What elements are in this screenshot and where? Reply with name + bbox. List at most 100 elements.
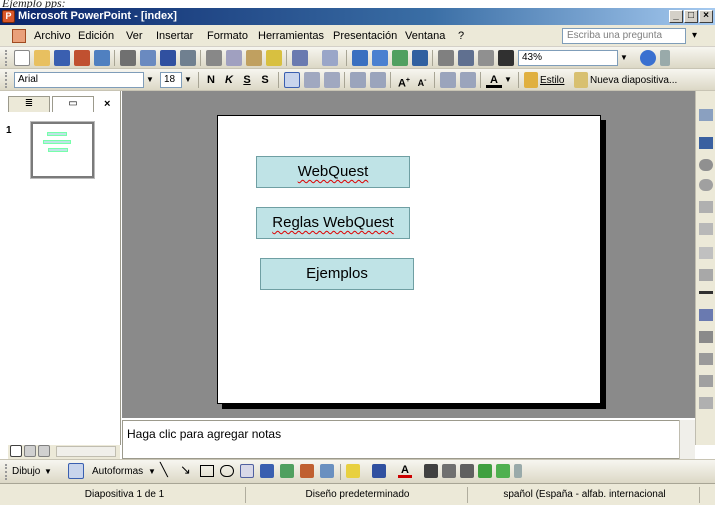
autoshapes-menu-button[interactable]: Autoformas [92, 465, 143, 479]
copy-icon[interactable] [226, 50, 242, 66]
print-preview-icon[interactable] [140, 50, 156, 66]
zoom-select[interactable]: 43% [518, 50, 618, 66]
powerpoint-app-icon[interactable]: P [2, 10, 15, 23]
tab-outline[interactable]: ≣ [8, 96, 50, 112]
compress-icon[interactable] [699, 309, 713, 321]
rotate-icon[interactable] [699, 269, 713, 281]
decrease-indent-icon[interactable] [440, 72, 456, 88]
color-icon[interactable] [699, 137, 713, 149]
normal-view-icon[interactable] [10, 445, 22, 457]
toolbar-grip-icon[interactable] [5, 464, 8, 480]
show-grid-icon[interactable] [478, 50, 494, 66]
pane-close-icon[interactable]: × [104, 98, 110, 110]
format-painter-icon[interactable] [266, 50, 282, 66]
ask-question-input[interactable]: Escriba una pregunta [562, 28, 686, 44]
select-objects-icon[interactable] [68, 463, 84, 479]
picture-icon[interactable] [699, 109, 713, 121]
align-center-icon[interactable] [304, 72, 320, 88]
underline-button[interactable]: S [240, 73, 254, 88]
menu-formato[interactable]: Formato [207, 29, 248, 43]
transparent-icon[interactable] [699, 353, 713, 365]
font-color-dropdown-icon[interactable]: ▼ [502, 72, 514, 88]
format-icon[interactable] [699, 331, 713, 343]
rectangle-icon[interactable] [200, 465, 214, 477]
help-icon[interactable] [640, 50, 656, 66]
draw-menu-button[interactable]: Dibujo [12, 465, 40, 479]
line-color-icon[interactable] [372, 464, 386, 478]
align-left-icon[interactable] [284, 72, 300, 88]
slide-sorter-icon[interactable] [24, 445, 36, 457]
crop-icon[interactable] [699, 247, 713, 259]
brightness-icon[interactable] [699, 179, 713, 191]
textbox-icon[interactable] [240, 464, 254, 478]
numbering-icon[interactable] [350, 72, 366, 88]
menu-ventana[interactable]: Ventana [405, 29, 445, 43]
paste-icon[interactable] [246, 50, 262, 66]
draw-toolbar-options-icon[interactable] [514, 464, 522, 478]
size-dropdown-arrow-icon[interactable]: ▼ [182, 72, 194, 88]
redo-icon[interactable] [322, 50, 338, 66]
menu-archivo[interactable]: Archivo [34, 29, 71, 43]
toolbar-options-icon[interactable] [660, 50, 670, 66]
align-right-icon[interactable] [324, 72, 340, 88]
document-icon[interactable] [12, 29, 26, 43]
line-style-bar-icon[interactable] [424, 464, 438, 478]
toolbar-grip-icon[interactable] [5, 72, 8, 88]
new-slide-button-label[interactable]: Nueva diapositiva... [590, 74, 677, 88]
reset-icon[interactable] [699, 397, 713, 409]
toolbar-grip-icon[interactable] [5, 50, 8, 66]
menu-presentacion[interactable]: Presentación [333, 29, 397, 43]
menu-help[interactable]: ? [458, 29, 464, 43]
autoshapes-arrow-icon[interactable]: ▼ [148, 465, 156, 479]
draw-menu-arrow-icon[interactable]: ▼ [44, 465, 52, 479]
fill-color-icon[interactable] [346, 464, 360, 478]
ejemplos-button[interactable]: Ejemplos [260, 258, 414, 290]
save-icon[interactable] [54, 50, 70, 66]
draw-font-color-icon[interactable]: A [398, 463, 412, 478]
menu-insertar[interactable]: Insertar [156, 29, 193, 43]
research-icon[interactable] [180, 50, 196, 66]
increase-indent-icon[interactable] [460, 72, 476, 88]
font-select[interactable]: Arial [14, 72, 144, 88]
bullets-icon[interactable] [370, 72, 386, 88]
print-icon[interactable] [120, 50, 136, 66]
horizontal-scrollbar[interactable] [56, 446, 116, 457]
undo-icon[interactable] [292, 50, 308, 66]
design-button-label[interactable]: Estilo [540, 74, 564, 88]
spelling-icon[interactable] [160, 50, 176, 66]
bold-button[interactable]: N [204, 73, 218, 88]
font-size-select[interactable]: 18 [160, 72, 182, 88]
pen-icon[interactable] [699, 375, 713, 387]
menu-edicion[interactable]: Edición [78, 29, 114, 43]
insert-picture-icon[interactable] [320, 464, 334, 478]
arrow-icon[interactable]: ↘ [180, 463, 191, 477]
reglas-webquest-button[interactable]: Reglas WebQuest [256, 207, 410, 239]
menu-herramientas[interactable]: Herramientas [258, 29, 324, 43]
contrast-icon[interactable] [699, 159, 713, 171]
new-icon[interactable] [14, 50, 30, 66]
zoom-dropdown-arrow-icon[interactable]: ▼ [618, 50, 630, 66]
slideshow-icon[interactable] [38, 445, 50, 457]
notes-pane[interactable]: Haga clic para agregar notas [122, 420, 695, 459]
color-grayscale-icon[interactable] [498, 50, 514, 66]
arrow-style-icon[interactable] [460, 464, 474, 478]
tab-slides[interactable]: ▭ [52, 96, 94, 112]
expand-all-icon[interactable] [438, 50, 454, 66]
ask-dropdown-arrow-icon[interactable]: ▾ [692, 30, 697, 41]
shadow-style-icon[interactable] [478, 464, 492, 478]
clipart-icon[interactable] [300, 464, 314, 478]
decrease-font-size-icon[interactable]: A- [414, 73, 430, 88]
show-formatting-icon[interactable] [458, 50, 474, 66]
hyperlink-icon[interactable] [412, 50, 428, 66]
permission-icon[interactable] [74, 50, 90, 66]
design-icon[interactable] [524, 72, 538, 88]
cut-icon[interactable] [206, 50, 222, 66]
insert-table-icon[interactable] [372, 50, 388, 66]
effects-icon[interactable] [699, 201, 713, 213]
font-color-icon[interactable]: A [486, 73, 502, 88]
font-dropdown-arrow-icon[interactable]: ▼ [144, 72, 156, 88]
increase-font-size-icon[interactable]: A+ [396, 73, 412, 90]
italic-button[interactable]: K [222, 73, 236, 88]
notes-scrollbar[interactable] [679, 420, 695, 459]
line-icon[interactable]: ╲ [160, 463, 168, 477]
